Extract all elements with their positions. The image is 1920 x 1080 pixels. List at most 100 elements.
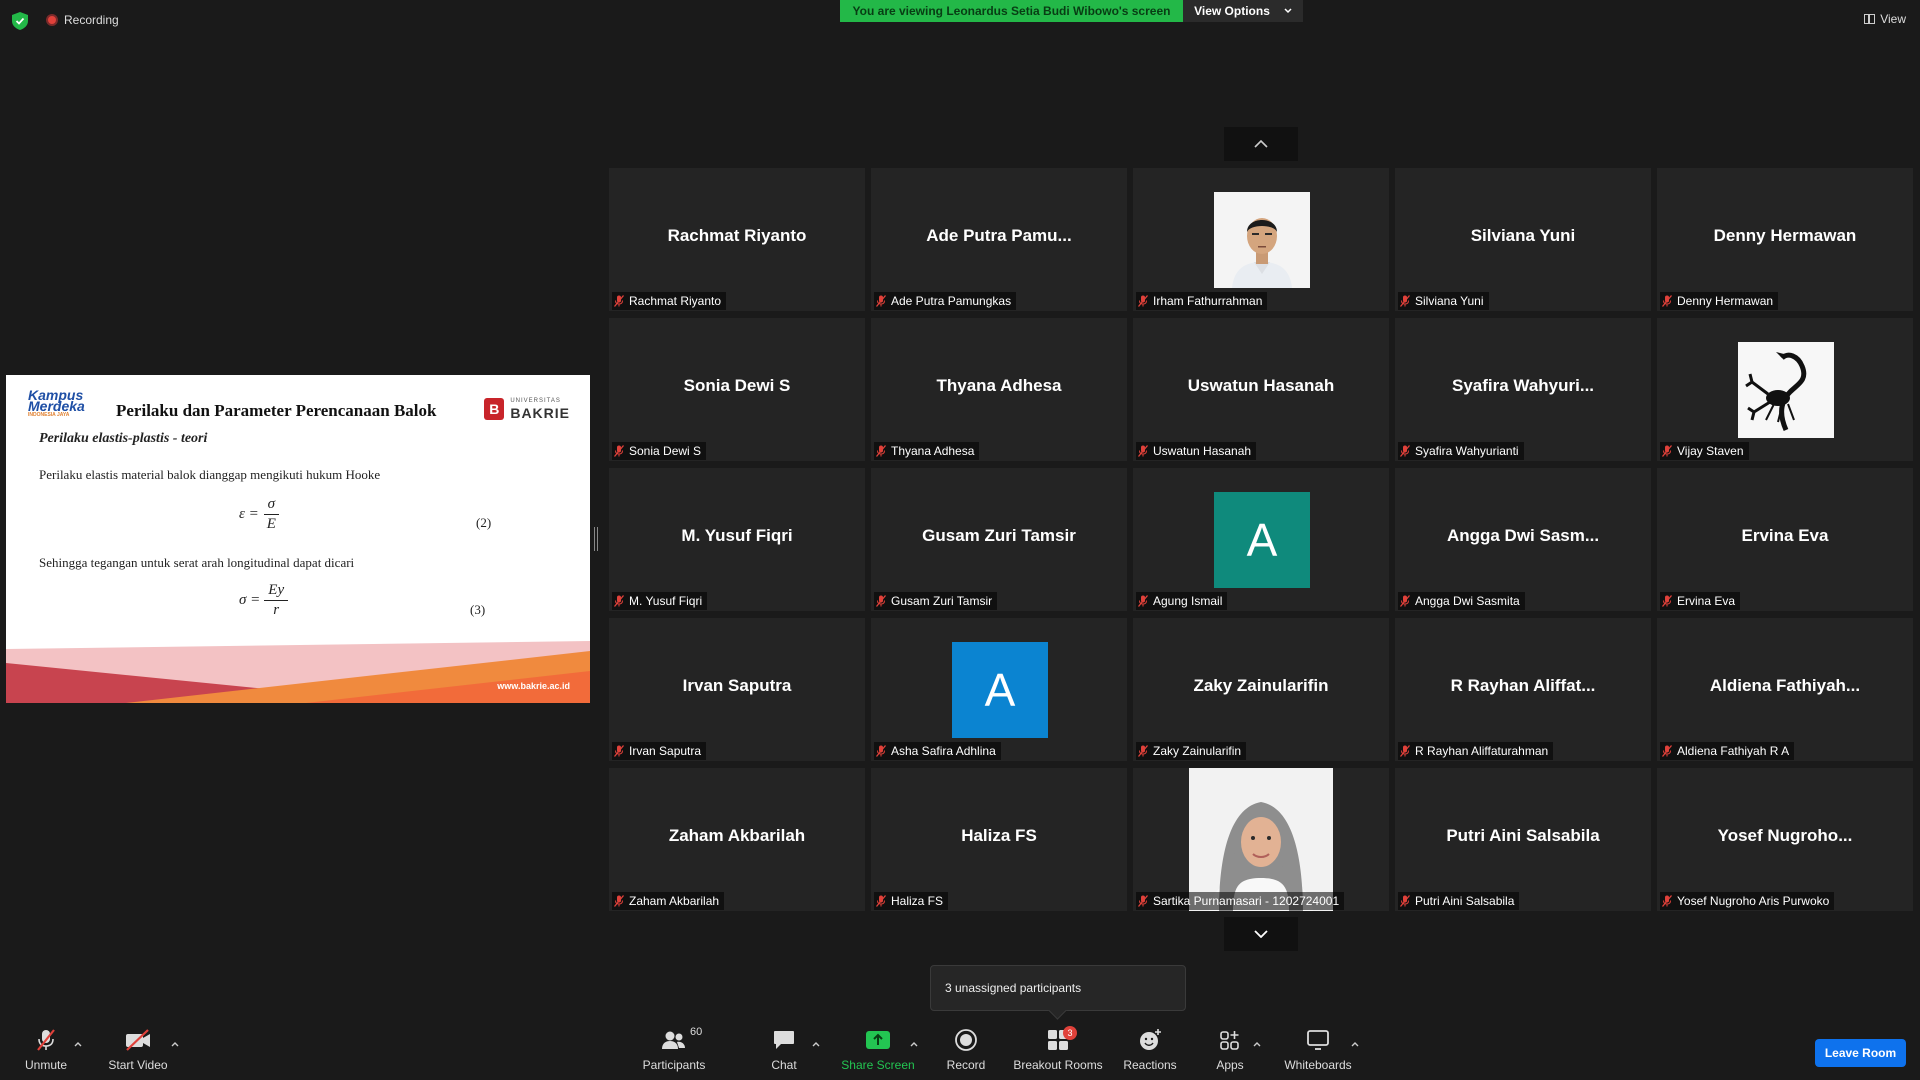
breakout-rooms-badge: 3 xyxy=(1063,1026,1077,1040)
apps-options-caret-icon[interactable] xyxy=(1252,1039,1262,1049)
viewing-screen-banner: You are viewing Leonardus Setia Budi Wib… xyxy=(840,0,1183,22)
muted-mic-icon xyxy=(613,295,625,307)
participant-display-name: Syafira Wahyuri... xyxy=(1451,376,1595,395)
whiteboards-options-caret-icon[interactable] xyxy=(1350,1039,1360,1049)
apps-button[interactable]: Apps xyxy=(1210,1020,1250,1080)
participant-name-label: Angga Dwi Sasmita xyxy=(1398,592,1525,610)
participant-tile[interactable]: A Agung Ismail xyxy=(1133,468,1389,611)
participant-name-label: Rachmat Riyanto xyxy=(612,292,727,310)
participant-name-label: Gusam Zuri Tamsir xyxy=(874,592,998,610)
leave-room-button[interactable]: Leave Room xyxy=(1815,1039,1906,1067)
chevron-up-icon xyxy=(1254,140,1268,148)
record-button[interactable]: Record xyxy=(940,1020,992,1080)
whiteboards-button[interactable]: Whiteboards xyxy=(1280,1020,1356,1080)
participant-tile[interactable]: Haliza FS Haliza FS xyxy=(871,768,1127,911)
participant-photo xyxy=(1189,768,1333,911)
participants-button[interactable]: 60 Participants xyxy=(640,1020,708,1080)
participant-tile[interactable]: Ade Putra Pamu... Ade Putra Pamungkas xyxy=(871,168,1127,311)
participant-tile[interactable]: Putri Aini Salsabila Putri Aini Salsabila xyxy=(1395,768,1651,911)
participant-display-name: Zaham Akbarilah xyxy=(668,826,806,845)
unassigned-participants-tooltip[interactable]: 3 unassigned participants xyxy=(930,965,1186,1011)
participant-tile[interactable]: Ervina Eva Ervina Eva xyxy=(1657,468,1913,611)
participant-display-name: M. Yusuf Fiqri xyxy=(681,526,793,545)
participant-name-label: Aldiena Fathiyah R A xyxy=(1660,742,1795,760)
muted-mic-icon xyxy=(1137,295,1149,307)
participant-tile[interactable]: Zaham Akbarilah Zaham Akbarilah xyxy=(609,768,865,911)
participant-tile[interactable]: Syafira Wahyuri... Syafira Wahyurianti xyxy=(1395,318,1651,461)
breakout-rooms-label: Breakout Rooms xyxy=(1013,1058,1103,1072)
participant-name-label: Vijay Staven xyxy=(1660,442,1749,460)
participant-name-label: Agung Ismail xyxy=(1136,592,1228,610)
muted-mic-icon xyxy=(613,895,625,907)
participant-tile[interactable]: Thyana Adhesa Thyana Adhesa xyxy=(871,318,1127,461)
participant-gallery: Rachmat Riyanto Rachmat Riyanto Ade Putra … xyxy=(609,168,1913,911)
start-video-label: Start Video xyxy=(108,1058,168,1072)
participant-tile[interactable]: Silviana Yuni Silviana Yuni xyxy=(1395,168,1651,311)
muted-mic-icon xyxy=(1399,595,1411,607)
record-dot-icon xyxy=(46,14,58,26)
slide-url: www.bakrie.ac.id xyxy=(497,681,570,691)
participant-name-label: R Rayhan Aliffaturahman xyxy=(1398,742,1554,760)
chat-bubble-icon xyxy=(774,1031,794,1049)
recording-indicator[interactable]: Recording xyxy=(46,13,119,27)
participant-tile[interactable]: Sonia Dewi S Sonia Dewi S xyxy=(609,318,865,461)
chat-label: Chat xyxy=(771,1058,797,1072)
participant-photo xyxy=(1214,192,1310,288)
audio-options-caret-icon[interactable] xyxy=(73,1039,83,1049)
share-screen-button[interactable]: Share Screen xyxy=(838,1020,918,1080)
participants-count: 60 xyxy=(690,1026,703,1038)
reactions-button[interactable]: Reactions xyxy=(1122,1020,1178,1080)
view-button[interactable]: View xyxy=(1864,12,1906,26)
participant-label-text: Aldiena Fathiyah R A xyxy=(1677,744,1790,758)
participant-name-label: Sonia Dewi S xyxy=(612,442,707,460)
chat-options-caret-icon[interactable] xyxy=(811,1039,821,1049)
equation-3: σ = Ey r xyxy=(239,582,289,619)
participant-tile[interactable]: R Rayhan Aliffat... R Rayhan Aliffaturahm… xyxy=(1395,618,1651,761)
gallery-page-down-button[interactable] xyxy=(1224,917,1298,951)
muted-mic-icon xyxy=(1661,445,1673,457)
participant-label-text: Haliza FS xyxy=(891,894,944,908)
kampus-merdeka-logo: Kampus Merdeka INDONESIA JAYA xyxy=(28,387,85,418)
participant-display-name: Aldiena Fathiyah... xyxy=(1709,676,1861,695)
participant-name-label: Thyana Adhesa xyxy=(874,442,980,460)
participant-display-name: Haliza FS xyxy=(961,826,1037,845)
participant-tile[interactable]: Rachmat Riyanto Rachmat Riyanto xyxy=(609,168,865,311)
muted-mic-icon xyxy=(1399,295,1411,307)
muted-mic-icon xyxy=(875,895,887,907)
breakout-rooms-button[interactable]: 3 Breakout Rooms xyxy=(1012,1020,1104,1080)
video-options-caret-icon[interactable] xyxy=(170,1039,180,1049)
participant-tile[interactable]: Gusam Zuri Tamsir Gusam Zuri Tamsir xyxy=(871,468,1127,611)
slide-footer-decoration xyxy=(6,641,590,703)
muted-mic-icon xyxy=(613,445,625,457)
participant-tile[interactable]: Irham Fathurrahman xyxy=(1133,168,1389,311)
split-view-resize-handle[interactable] xyxy=(594,527,598,551)
view-options-button[interactable]: View Options xyxy=(1183,0,1303,22)
chat-button[interactable]: Chat xyxy=(764,1020,804,1080)
unmute-button[interactable]: Unmute xyxy=(16,1020,76,1080)
participant-tile[interactable]: Zaky Zainularifin Zaky Zainularifin xyxy=(1133,618,1389,761)
gallery-page-up-button[interactable] xyxy=(1224,127,1298,161)
participant-display-name: Ervina Eva xyxy=(1741,526,1829,545)
participant-tile[interactable]: Yosef Nugroho... Yosef Nugroho Aris Purwo… xyxy=(1657,768,1913,911)
participant-display-name: Angga Dwi Sasm... xyxy=(1446,526,1600,545)
participant-tile[interactable]: Angga Dwi Sasm... Angga Dwi Sasmita xyxy=(1395,468,1651,611)
participant-tile[interactable]: Denny Hermawan Denny Hermawan xyxy=(1657,168,1913,311)
participant-name-label: Irham Fathurrahman xyxy=(1136,292,1268,310)
participant-display-name: Gusam Zuri Tamsir xyxy=(922,526,1076,545)
participant-tile[interactable]: A Asha Safira Adhlina xyxy=(871,618,1127,761)
participant-tile[interactable]: Aldiena Fathiyah... Aldiena Fathiyah R A xyxy=(1657,618,1913,761)
participant-tile[interactable]: Irvan Saputra Irvan Saputra xyxy=(609,618,865,761)
participant-avatar: A xyxy=(1214,492,1310,588)
muted-mic-icon xyxy=(1661,895,1673,907)
participant-label-text: Rachmat Riyanto xyxy=(629,294,722,308)
start-video-button[interactable]: Start Video xyxy=(104,1020,172,1080)
participant-tile[interactable]: Uswatun Hasanah Uswatun Hasanah xyxy=(1133,318,1389,461)
security-shield-icon[interactable] xyxy=(12,12,28,30)
participant-display-name: Putri Aini Salsabila xyxy=(1446,826,1600,845)
participant-tile[interactable]: Vijay Staven xyxy=(1657,318,1913,461)
meeting-toolbar: Unmute Start Video 60 Participants Chat … xyxy=(0,1020,1920,1080)
participant-tile[interactable]: Sartika Purnamasari - 1202724001 xyxy=(1133,768,1389,911)
muted-mic-icon xyxy=(1661,295,1673,307)
participant-tile[interactable]: M. Yusuf Fiqri M. Yusuf Fiqri xyxy=(609,468,865,611)
share-options-caret-icon[interactable] xyxy=(909,1039,919,1049)
